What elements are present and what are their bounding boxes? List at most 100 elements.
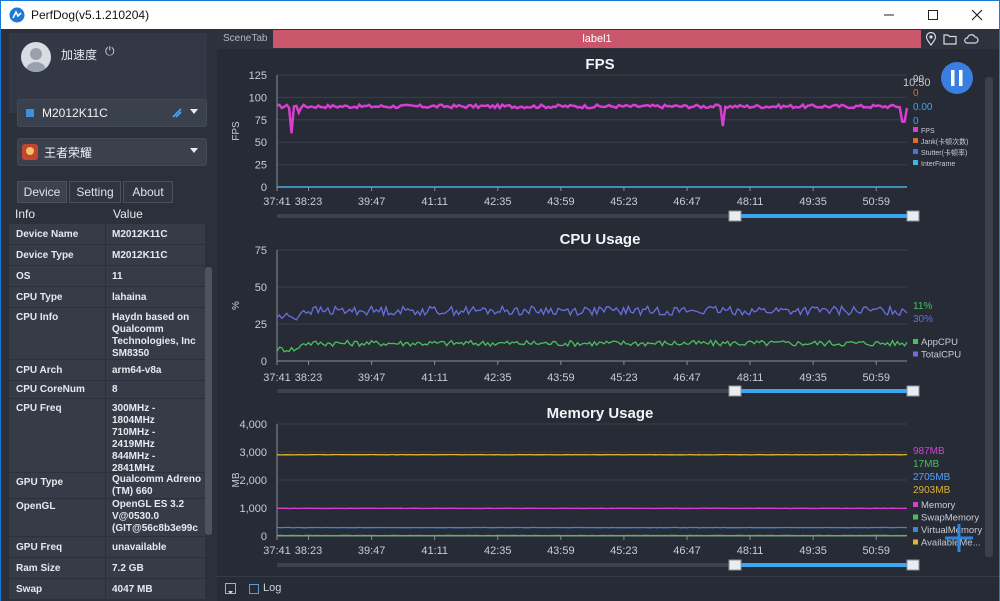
x-tick-label: 45:23 [610,545,638,557]
maximize-button[interactable] [911,1,955,29]
user-name: 加速度 [61,48,98,62]
cloud-icon[interactable] [963,32,979,46]
app-select-value: 王者荣耀 [44,145,93,160]
y-axis-label: FPS [231,121,242,141]
x-tick-label: 41:11 [421,196,448,208]
table-row: CPU Type lahaina [9,286,205,307]
series-line [276,304,908,321]
info-key: GPU Freq [9,537,105,557]
power-icon[interactable]: ⏻ [105,44,115,59]
tab-setting[interactable]: Setting [69,181,121,203]
y-tick-label: 25 [255,319,267,331]
sidebar-tabs: Device Setting About [17,181,175,203]
x-tick-label: 50:59 [862,545,890,557]
x-tick-label: 43:59 [547,545,575,557]
legend-current-value: 987MB [913,446,945,457]
legend-swatch [913,514,918,520]
info-key: Device Name [9,224,105,244]
chevron-down-icon [228,591,233,594]
info-key: Swap [9,579,105,599]
time-slider-range [735,563,913,567]
legend-swatch [913,539,918,545]
info-key: Ram Size [9,558,105,578]
legend-entry: SwapMemory [921,513,979,524]
info-value: OpenGL ES 3.2 V@0530.0 (GIT@56c8b3e99c [106,499,205,536]
x-tick-label: 49:35 [799,545,827,557]
y-tick-label: 50 [255,282,267,294]
time-slider-handle-left [728,385,742,397]
x-tick-label: 39:47 [358,372,386,384]
sidebar: 加速度 ⏻ M2012K11C 王者荣耀 Device Setting Abou… [1,29,217,601]
close-button[interactable] [955,1,999,29]
legend-current-value: 0 [913,88,919,99]
user-avatar-icon [26,48,46,72]
table-row: OS 11 [9,265,205,286]
info-value: Qualcomm Adreno (TM) 660 [106,473,205,498]
perfdog-logo-icon [9,7,25,23]
minimize-button[interactable] [867,1,911,29]
info-value: M2012K11C [106,245,205,265]
x-tick-label: 46:47 [673,545,701,557]
column-header-info: Info [15,207,36,221]
info-value: 11 [106,266,205,286]
info-value: unavailable [106,537,205,557]
table-row: GPU Freq unavailable [9,536,205,557]
minimize-icon [884,14,894,16]
close-icon [971,9,983,21]
table-row: Ram Size 7.2 GB [9,557,205,578]
info-key: CPU CoreNum [9,381,105,398]
column-header-value: Value [113,207,143,221]
info-key: CPU Type [9,287,105,307]
table-header: Info Value [9,205,205,223]
info-key: GPU Type [9,473,105,498]
x-tick-label: 38:23 [295,372,323,384]
time-slider-handle-left [728,210,742,222]
y-tick-label: 0 [261,182,267,194]
legend-entry: Jank(卡顿次数) [921,137,968,146]
avatar[interactable] [21,42,51,72]
folder-icon[interactable] [943,32,957,46]
x-tick-label: 46:47 [673,372,701,384]
tab-device[interactable]: Device [17,181,67,203]
time-slider-range [735,214,913,218]
connection-icon[interactable] [170,106,184,120]
x-tick-label: 43:59 [547,196,575,208]
log-checkbox[interactable] [249,584,259,594]
legend-current-value: 30% [913,314,933,325]
x-tick-label: 41:11 [421,545,448,557]
info-value: arm64-v8a [106,360,205,380]
y-tick-label: 75 [255,245,267,257]
x-tick-label: 39:47 [358,196,386,208]
log-label: Log [263,582,282,594]
app-select[interactable]: 王者荣耀 [17,138,207,166]
legend-entry: InterFrame [921,161,955,168]
time-slider-handle-left [728,559,742,571]
table-row: CPU CoreNum 8 [9,380,205,398]
table-row: OpenGL OpenGL ES 3.2 V@0530.0 (GIT@56c8b3… [9,498,205,536]
x-tick-label: 45:23 [610,372,638,384]
legend-entry: TotalCPU [921,350,961,361]
tab-about[interactable]: About [123,181,173,203]
y-tick-label: 125 [249,70,267,82]
info-value: M2012K11C [106,224,205,244]
info-key: Device Type [9,245,105,265]
info-scrollbar[interactable] [205,267,212,535]
info-value: 7.2 GB [106,558,205,578]
table-row: Device Type M2012K11C [9,244,205,265]
x-tick-label: 37:41 [263,372,291,384]
legend-current-value: 0 [913,116,919,127]
device-select[interactable]: M2012K11C [17,99,207,127]
scene-bar: SceneTab label1 [217,29,999,49]
x-tick-label: 38:23 [295,545,323,557]
info-value: lahaina [106,287,205,307]
x-tick-label: 38:23 [295,196,323,208]
charts-scrollbar[interactable] [985,77,993,557]
location-pin-icon[interactable] [925,32,937,46]
info-value: 4047 MB [106,579,205,599]
series-line [276,339,908,353]
log-toggle-button[interactable] [225,583,236,594]
y-tick-label: 25 [255,160,267,172]
scene-label-bar[interactable]: label1 [273,30,921,48]
x-tick-label: 42:35 [484,196,512,208]
pause-button[interactable] [941,62,973,94]
